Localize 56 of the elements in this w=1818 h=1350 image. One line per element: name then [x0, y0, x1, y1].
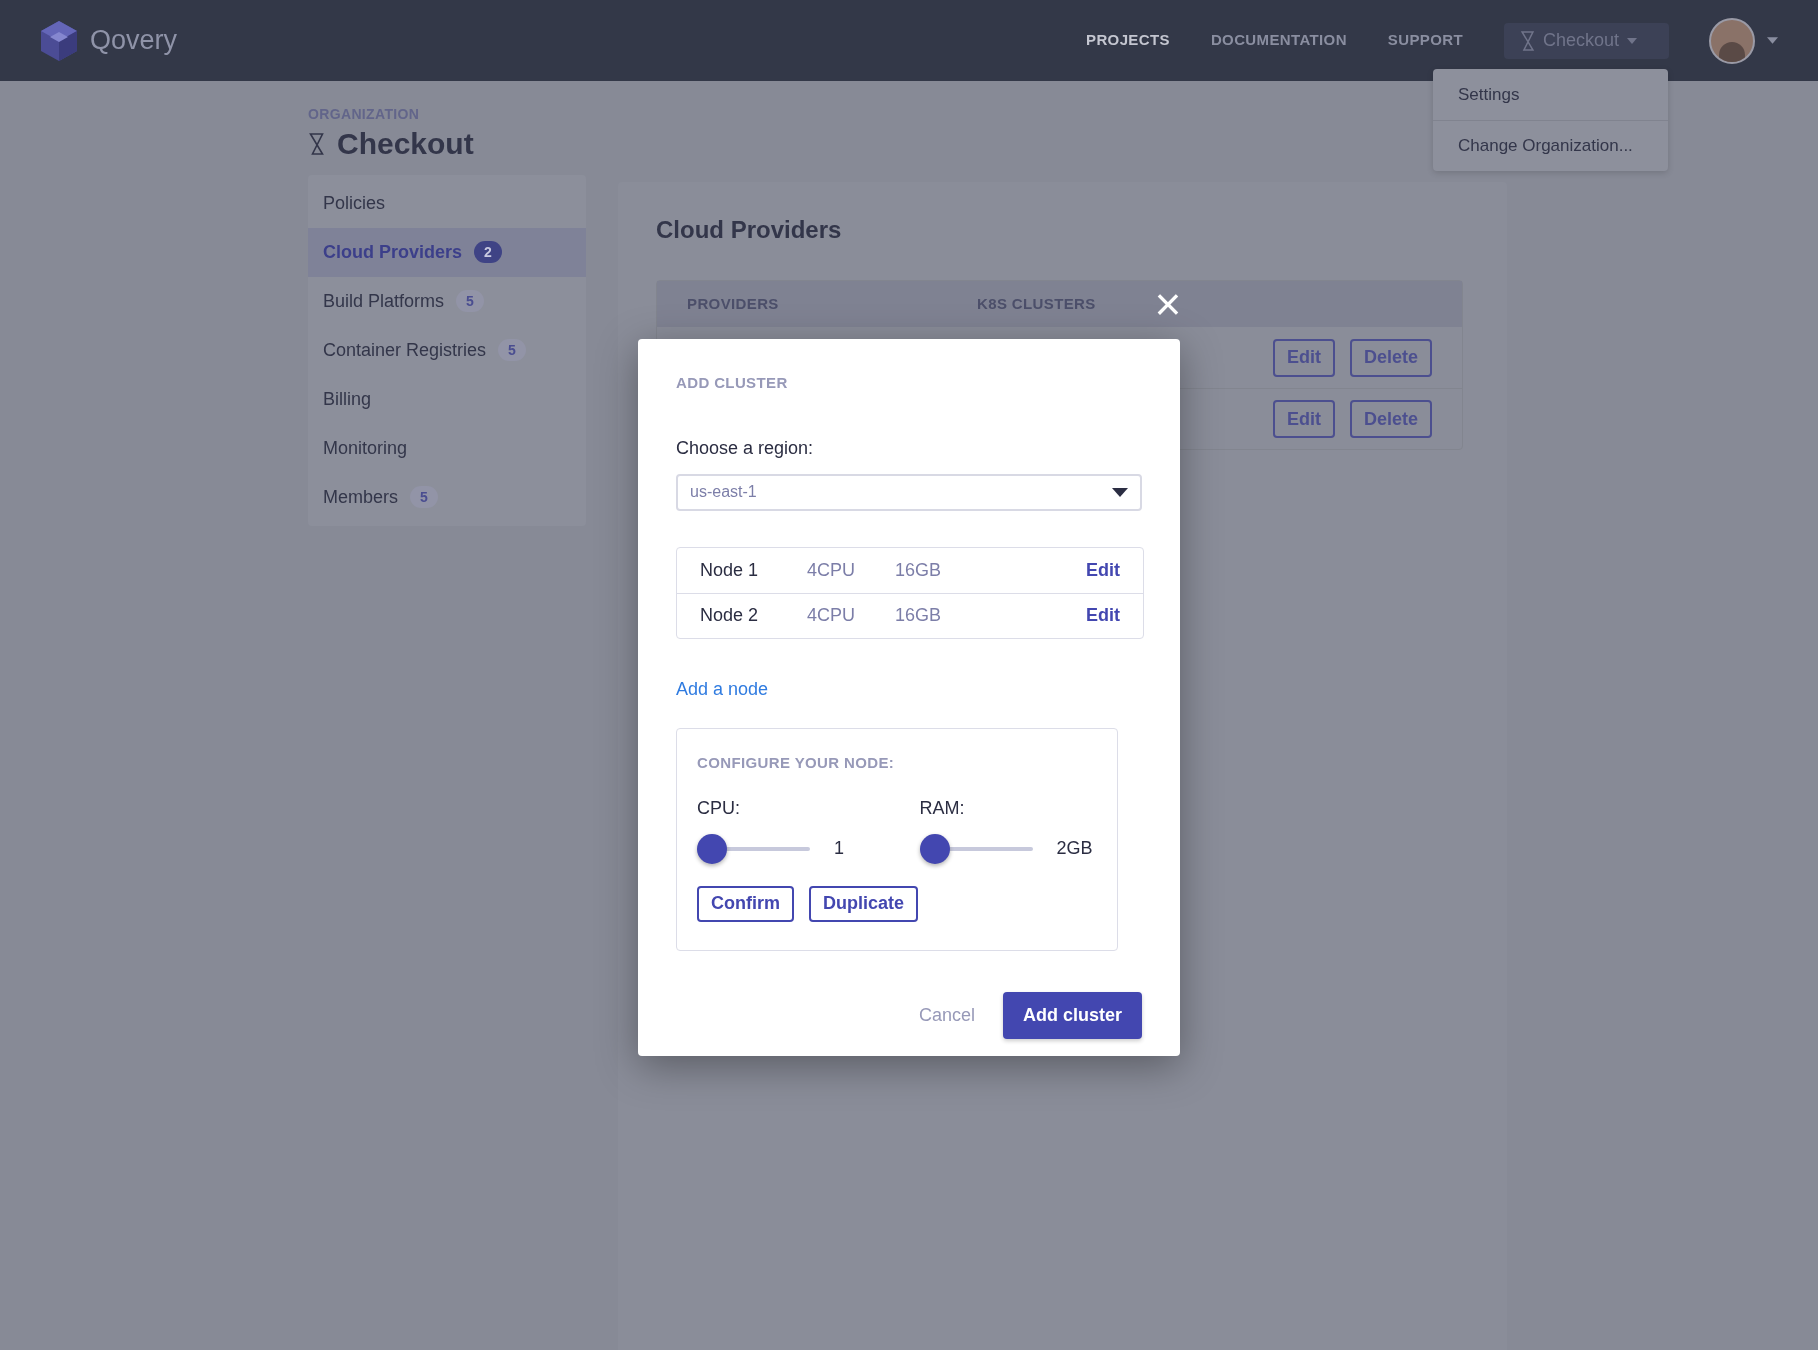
outline-button[interactable]: Duplicate [809, 885, 919, 922]
slider-thumb[interactable] [919, 833, 950, 864]
caret-icon[interactable] [1767, 37, 1778, 44]
menu-item[interactable]: Change Organization... [1433, 120, 1668, 171]
sidebar-item[interactable]: Build Platforms 5 [308, 276, 586, 326]
logo-icon [40, 19, 78, 62]
nav-link[interactable]: SUPPORT [1387, 29, 1463, 52]
hourglass-icon [308, 132, 325, 155]
slider-track[interactable] [919, 833, 1033, 864]
edit-link[interactable]: Edit [1086, 602, 1120, 629]
count-badge: 5 [498, 339, 526, 361]
row-action-button[interactable]: Edit [1272, 400, 1335, 438]
slider-label: RAM: [919, 796, 966, 820]
organization-title: Checkout [337, 126, 474, 162]
slider-thumb[interactable] [697, 833, 727, 864]
page-title: Cloud Providers [656, 215, 842, 245]
caret-icon [1112, 487, 1128, 497]
row-action-button[interactable]: Edit [1272, 338, 1335, 377]
row-action-button[interactable]: Delete [1349, 338, 1432, 377]
hourglass-icon [1520, 30, 1535, 51]
sidebar-item[interactable]: Policies [308, 178, 586, 228]
count-badge: 5 [456, 290, 484, 312]
nav-link[interactable]: DOCUMENTATION [1210, 29, 1347, 52]
slider-track[interactable] [697, 833, 810, 864]
node-name: Node 2 [700, 604, 760, 627]
sidebar-item[interactable]: Cloud Providers 2 [308, 227, 586, 277]
dialog-title: ADD CLUSTER [676, 373, 789, 393]
menu-item[interactable]: Settings [1433, 69, 1668, 120]
node-name: Node 1 [700, 558, 760, 582]
region-select[interactable]: us-east-1 [676, 473, 1142, 511]
slider-value: 1 [834, 837, 844, 860]
count-badge: 5 [410, 486, 438, 508]
nav-link[interactable]: PROJECTS [1086, 29, 1170, 52]
sidebar-item[interactable]: Billing [308, 374, 586, 424]
add-node-link[interactable]: Add a node [676, 675, 769, 703]
count-badge: 2 [474, 241, 502, 263]
slider-label: CPU: [697, 796, 741, 820]
brand-name: Qovery [90, 24, 178, 58]
edit-link[interactable]: Edit [1086, 556, 1120, 584]
slider-value: 2GB [1056, 837, 1093, 860]
row-action-button[interactable]: Delete [1349, 400, 1432, 438]
sidebar-item[interactable]: Members 5 [308, 472, 586, 522]
node-ram: 16GB [895, 604, 942, 627]
cancel-button[interactable]: Cancel [918, 1001, 975, 1029]
node-cpu: 4CPU [807, 558, 856, 582]
avatar[interactable] [1709, 17, 1755, 64]
sidebar-item[interactable]: Monitoring [308, 423, 586, 473]
add-cluster-button[interactable]: Add cluster [1002, 991, 1142, 1039]
sidebar-item[interactable]: Container Registries 5 [308, 325, 586, 375]
field-label: Choose a region: [676, 436, 815, 460]
panel-title: CONFIGURE YOUR NODE: [697, 753, 895, 771]
node-cpu: 4CPU [807, 604, 856, 627]
close-button[interactable]: × [1154, 290, 1182, 318]
node-ram: 16GB [895, 558, 942, 582]
outline-button[interactable]: Confirm [697, 885, 794, 922]
caret-icon [1627, 37, 1638, 44]
